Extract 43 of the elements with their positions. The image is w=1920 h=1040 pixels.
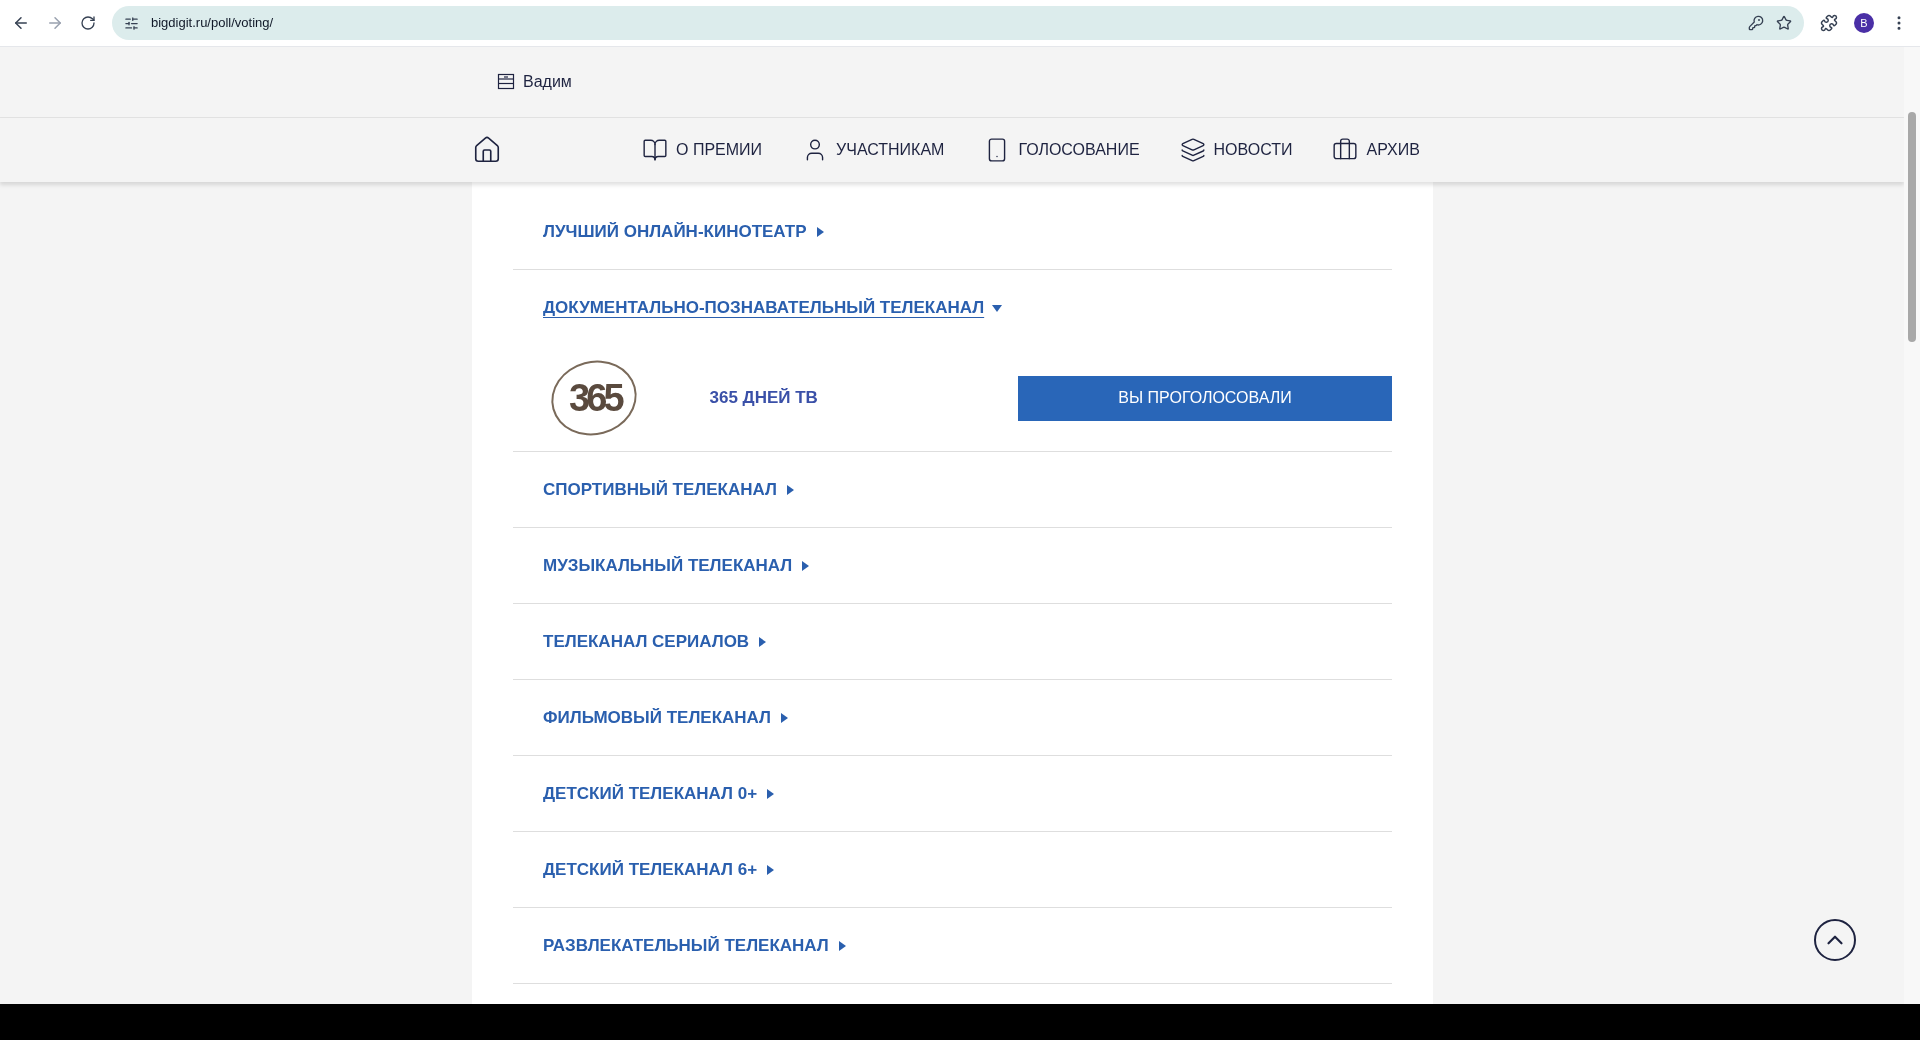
nav-link[interactable]: ГОЛОСОВАНИЕ bbox=[984, 137, 1140, 163]
category-link[interactable]: СПОРТИВНЫЙ ТЕЛЕКАНАЛ bbox=[543, 476, 777, 503]
voted-button[interactable]: ВЫ ПРОГОЛОСОВАЛИ bbox=[1018, 375, 1392, 421]
caret-right-icon bbox=[765, 864, 776, 875]
home-link[interactable] bbox=[472, 135, 502, 165]
back-icon[interactable] bbox=[12, 14, 30, 32]
scroll-to-top-button[interactable] bbox=[1814, 919, 1856, 961]
nav-link[interactable]: АРХИВ bbox=[1332, 137, 1420, 163]
extensions-icon[interactable] bbox=[1820, 14, 1838, 32]
category-link[interactable]: ДОКУМЕНТАЛЬНО-ПОЗНАВАТЕЛЬНЫЙ ТЕЛЕКАНАЛ bbox=[543, 294, 985, 321]
category-link[interactable]: РАЗВЛЕКАТЕЛЬНЫЙ ТЕЛЕКАНАЛ bbox=[543, 932, 829, 959]
home-icon bbox=[472, 135, 502, 165]
category-link[interactable]: ТЕЛЕКАНАЛ СЕРИАЛОВ bbox=[543, 628, 750, 655]
scrollbar[interactable] bbox=[1904, 47, 1920, 1004]
key-icon[interactable] bbox=[1748, 15, 1764, 31]
dresser-icon bbox=[497, 73, 515, 91]
caret-right-icon bbox=[800, 560, 811, 571]
caret-right-icon bbox=[836, 940, 847, 951]
nominee-name: 365 ДНЕЙ ТВ bbox=[709, 387, 819, 410]
nav-link[interactable]: НОВОСТИ bbox=[1179, 137, 1293, 163]
category-link[interactable]: МУЗЫКАЛЬНЫЙ ТЕЛЕКАНАЛ bbox=[543, 552, 793, 579]
profile-avatar[interactable]: B bbox=[1854, 13, 1874, 33]
category-link[interactable]: ДЕТСКИЙ ТЕЛЕКАНАЛ 6+ bbox=[543, 856, 758, 883]
address-bar[interactable]: bigdigit.ru/poll/voting/ bbox=[112, 6, 1804, 40]
bookmark-star-icon[interactable] bbox=[1776, 15, 1792, 31]
reload-icon[interactable] bbox=[80, 15, 96, 31]
category-link[interactable]: ДЕТСКИЙ ТЕЛЕКАНАЛ 0+ bbox=[543, 780, 758, 807]
caret-right-icon bbox=[765, 788, 776, 799]
url-text: bigdigit.ru/poll/voting/ bbox=[151, 14, 274, 33]
nav-link[interactable]: О ПРЕМИИ bbox=[642, 137, 763, 163]
caret-right-icon bbox=[757, 636, 768, 647]
stacked-pages-icon bbox=[1179, 137, 1206, 163]
category-link[interactable]: ЛУЧШИЙ ОНЛАЙН-КИНОТЕАТР bbox=[543, 218, 807, 245]
caret-right-icon bbox=[814, 226, 825, 237]
book-icon bbox=[642, 137, 668, 163]
caret-right-icon bbox=[779, 712, 790, 723]
category-link[interactable]: ФИЛЬМОВЫЙ ТЕЛЕКАНАЛ bbox=[543, 704, 772, 731]
forward-icon[interactable] bbox=[46, 14, 64, 32]
caret-down-icon bbox=[992, 302, 1003, 313]
nav-link[interactable]: УЧАСТНИКАМ bbox=[802, 137, 945, 163]
user-name[interactable]: Вадим bbox=[523, 70, 572, 94]
caret-right-icon bbox=[784, 484, 795, 495]
site-settings-icon[interactable] bbox=[124, 15, 139, 31]
